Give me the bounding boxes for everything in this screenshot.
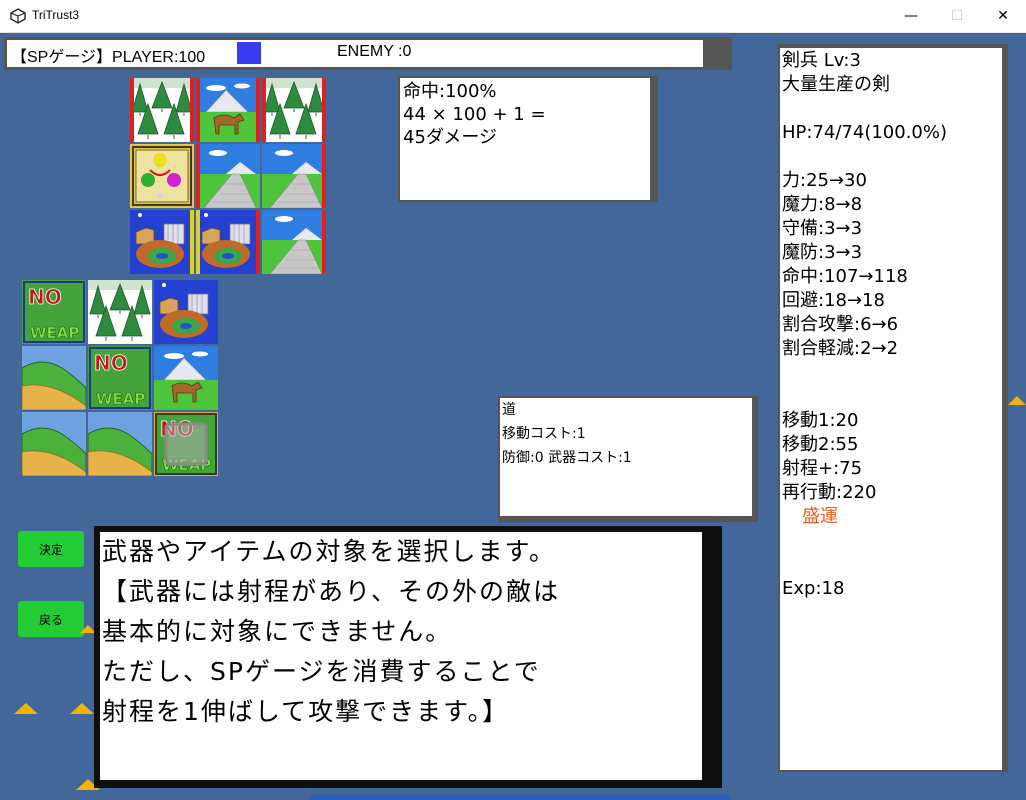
minimize-button[interactable]: — xyxy=(888,0,934,32)
stat-strength: 力:25→30 xyxy=(782,170,867,191)
terrain-move-cost: 移動コスト:1 xyxy=(502,426,586,442)
forest-tile[interactable] xyxy=(262,78,326,142)
target-cursor-tile[interactable]: NO WEAP xyxy=(154,412,218,476)
terrain-name: 道 xyxy=(502,402,516,418)
stat-reaction: 再行動:220 xyxy=(782,482,877,503)
grass-hill-tile[interactable] xyxy=(22,346,86,410)
scroll-up-arrow-icon[interactable] xyxy=(14,703,38,714)
road-tile[interactable] xyxy=(262,144,326,208)
message-line: 基本的に対象にできません。 xyxy=(102,617,453,646)
damage-forecast-frame: 命中:100% 44 × 100 + 1 = 45ダメージ xyxy=(398,76,658,202)
unit-hp: HP:74/74(100.0%) xyxy=(782,122,948,143)
unit-weapon: 大量生産の剣 xyxy=(782,74,890,95)
sp-player-label: 【SPゲージ】PLAYER:100 xyxy=(11,49,206,66)
forest-tile[interactable] xyxy=(130,78,194,142)
sp-enemy-label: ENEMY :0 xyxy=(337,43,412,60)
no-weapon-marker-tile[interactable] xyxy=(22,280,86,344)
stat-magic: 魔力:8→8 xyxy=(782,194,863,215)
castle-tile[interactable] xyxy=(196,210,260,274)
unit-skill: 盛運 xyxy=(802,506,838,527)
road-tile[interactable] xyxy=(262,210,326,274)
grass-hill-tile[interactable] xyxy=(88,412,152,476)
stat-ratio-reduction: 割合軽減:2→2 xyxy=(782,338,899,359)
window-title: TriTrust3 xyxy=(32,8,80,22)
back-button[interactable]: 戻る xyxy=(18,601,84,637)
stat-ratio-attack: 割合攻撃:6→6 xyxy=(782,314,899,335)
close-button[interactable]: ✕ xyxy=(980,0,1026,32)
damage-formula-text: 44 × 100 + 1 = xyxy=(403,104,546,125)
sp-gauge-panel: 【SPゲージ】PLAYER:100 ENEMY :0 xyxy=(7,40,703,67)
unit-stats-frame: 剣兵 Lv:3 大量生産の剣 HP:74/74(100.0%) 力:25→30 … xyxy=(778,44,1008,772)
horse-plains-tile[interactable] xyxy=(154,346,218,410)
stat-move-2: 移動2:55 xyxy=(782,434,859,455)
window-titlebar: TriTrust3 — ☐ ✕ xyxy=(0,0,1026,33)
sp-gauge-frame: 【SPゲージ】PLAYER:100 ENEMY :0 xyxy=(4,37,732,70)
unit-marker-tile[interactable] xyxy=(130,144,194,208)
terrain-defense: 防御:0 武器コスト:1 xyxy=(502,450,632,466)
unit-exp: Exp:18 xyxy=(782,578,845,599)
sp-player-indicator xyxy=(237,42,261,64)
stat-defense: 守備:3→3 xyxy=(782,218,863,239)
message-line: 【武器には射程があり、その外の敵は xyxy=(102,577,561,606)
message-box-frame: 武器やアイテムの対象を選択します。 【武器には射程があり、その外の敵は 基本的に… xyxy=(94,526,722,788)
castle-tile[interactable] xyxy=(154,280,218,344)
hit-rate-text: 命中:100% xyxy=(403,81,497,102)
stat-evasion: 回避:18→18 xyxy=(782,290,885,311)
grass-hill-tile[interactable] xyxy=(22,412,86,476)
stat-move-1: 移動1:20 xyxy=(782,410,859,431)
scroll-up-arrow-icon[interactable] xyxy=(70,703,94,714)
bottom-status-strip xyxy=(310,795,730,800)
maximize-button: ☐ xyxy=(950,8,964,24)
message-line: 武器やアイテムの対象を選択します。 xyxy=(102,537,557,566)
unity-app-icon xyxy=(10,8,26,24)
damage-forecast-panel: 命中:100% 44 × 100 + 1 = 45ダメージ xyxy=(400,78,650,200)
no-weapon-marker-tile[interactable] xyxy=(88,346,152,410)
scroll-up-arrow-icon[interactable] xyxy=(1008,396,1026,405)
forest-tile[interactable] xyxy=(88,280,152,344)
terrain-info-panel: 道 移動コスト:1 防御:0 武器コスト:1 xyxy=(500,398,752,516)
message-box: 武器やアイテムの対象を選択します。 【武器には射程があり、その外の敵は 基本的に… xyxy=(100,532,702,780)
castle-tile[interactable] xyxy=(130,210,194,274)
terrain-info-frame: 道 移動コスト:1 防御:0 武器コスト:1 xyxy=(498,396,758,522)
unit-stats-panel: 剣兵 Lv:3 大量生産の剣 HP:74/74(100.0%) 力:25→30 … xyxy=(780,48,1002,770)
road-tile[interactable] xyxy=(196,144,260,208)
message-line: ただし、SPゲージを消費することで xyxy=(102,657,541,686)
stat-accuracy: 命中:107→118 xyxy=(782,266,908,287)
message-line: 射程を1伸ばして攻撃できます。】 xyxy=(102,697,510,726)
confirm-button[interactable]: 決定 xyxy=(18,531,84,567)
unit-name-level: 剣兵 Lv:3 xyxy=(782,50,861,71)
horse-plains-tile[interactable] xyxy=(196,78,260,142)
damage-result-text: 45ダメージ xyxy=(403,127,498,148)
stat-range-plus: 射程+:75 xyxy=(782,458,863,479)
stat-resistance: 魔防:3→3 xyxy=(782,242,863,263)
